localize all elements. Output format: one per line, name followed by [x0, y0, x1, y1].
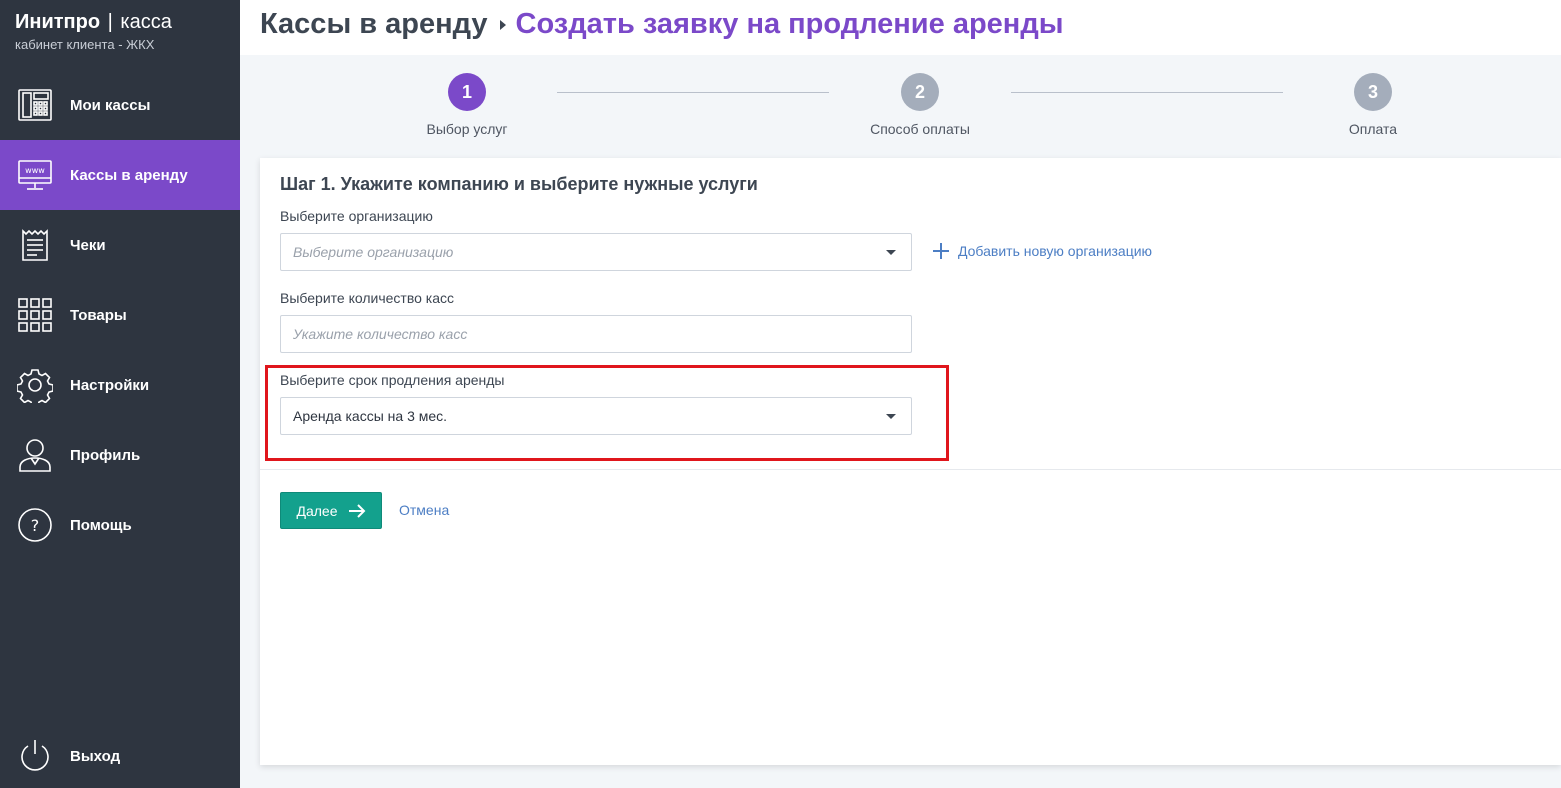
divider [260, 469, 1561, 470]
page-header: Кассы в аренду Создать заявку на продлен… [240, 0, 1561, 55]
cash-register-icon [17, 87, 53, 123]
quantity-placeholder: Укажите количество касс [293, 326, 468, 342]
main-content: 1 Выбор услуг 2 Способ оплаты 3 Оплата Ш… [240, 55, 1561, 788]
chevron-down-icon [886, 250, 896, 255]
brand-separator: | [107, 11, 113, 33]
breadcrumb: Кассы в аренду Создать заявку на продлен… [260, 8, 1064, 41]
brand-title: Инитпро | касса [15, 10, 172, 34]
receipt-icon [17, 227, 53, 263]
term-value: Аренда кассы на 3 мес. [293, 408, 448, 424]
step-number: 3 [1354, 73, 1392, 111]
quantity-input[interactable]: Укажите количество касс [280, 315, 912, 353]
sidebar-item-label: Помощь [70, 516, 132, 534]
step-label: Оплата [1348, 121, 1398, 137]
form-card: Шаг 1. Укажите компанию и выберите нужны… [260, 158, 1561, 765]
sidebar-item-label: Настройки [70, 376, 150, 394]
organization-label: Выберите организацию [280, 208, 433, 224]
brand-product: касса [120, 11, 172, 33]
sidebar-item-label: Товары [70, 306, 127, 324]
logout-button[interactable]: Выход [0, 721, 240, 788]
organization-select[interactable]: Выберите организацию [280, 233, 912, 271]
sidebar-item-label: Профиль [70, 446, 141, 464]
user-icon [17, 437, 53, 473]
breadcrumb-separator-icon [499, 19, 506, 30]
step-2: 2 Способ оплаты [860, 73, 980, 137]
grid-icon [17, 297, 53, 333]
sidebar-item-products[interactable]: Товары [0, 280, 240, 350]
gear-icon [17, 367, 53, 403]
term-select[interactable]: Аренда кассы на 3 мес. [280, 397, 912, 435]
next-button[interactable]: Далее [280, 492, 382, 529]
breadcrumb-root-link[interactable]: Кассы в аренду [260, 8, 488, 41]
brand-subtitle: кабинет клиента - ЖКХ [15, 37, 155, 52]
arrow-right-icon [348, 503, 365, 518]
sidebar-item-label: Мои кассы [70, 96, 151, 114]
organization-placeholder: Выберите организацию [293, 244, 454, 260]
step-label: Способ оплаты [870, 121, 970, 137]
help-icon: ? [17, 507, 53, 543]
step-3: 3 Оплата [1313, 73, 1433, 137]
sidebar-item-my-registers[interactable]: Мои кассы [0, 70, 240, 140]
quantity-label: Выберите количество касс [280, 290, 455, 306]
term-label: Выберите срок продления аренды [280, 372, 505, 388]
sidebar-item-receipts[interactable]: Чеки [0, 210, 240, 280]
sidebar-item-label: Кассы в аренду [70, 166, 188, 184]
step-number: 2 [901, 73, 939, 111]
stepper-connector [1011, 92, 1283, 93]
stepper-connector [557, 92, 829, 93]
page-title: Создать заявку на продление аренды [515, 8, 1064, 40]
chevron-down-icon [886, 414, 896, 419]
plus-icon [933, 243, 949, 259]
form-title: Шаг 1. Укажите компанию и выберите нужны… [280, 174, 758, 194]
svg-text:?: ? [31, 516, 40, 535]
add-organization-link[interactable]: Добавить новую организацию [933, 243, 1152, 259]
add-organization-label: Добавить новую организацию [958, 243, 1153, 259]
sidebar-item-rental-registers[interactable]: www Кассы в аренду [0, 140, 240, 210]
sidebar-item-profile[interactable]: Профиль [0, 420, 240, 490]
svg-text:www: www [25, 166, 45, 175]
cancel-link[interactable]: Отмена [399, 502, 449, 518]
step-number: 1 [448, 73, 486, 111]
www-monitor-icon: www [17, 157, 53, 193]
power-icon [17, 738, 53, 774]
brand-name: Инитпро [15, 11, 101, 33]
step-1: 1 Выбор услуг [407, 73, 527, 137]
next-button-label: Далее [296, 502, 338, 519]
step-label: Выбор услуг [426, 121, 508, 137]
sidebar-item-help[interactable]: ? Помощь [0, 490, 240, 560]
logout-label: Выход [70, 747, 121, 765]
sidebar-item-settings[interactable]: Настройки [0, 350, 240, 420]
brand-logo: Инитпро | касса кабинет клиента - ЖКХ [15, 10, 172, 52]
sidebar: Инитпро | касса кабинет клиента - ЖКХ Мо… [0, 0, 240, 788]
sidebar-item-label: Чеки [70, 236, 106, 254]
